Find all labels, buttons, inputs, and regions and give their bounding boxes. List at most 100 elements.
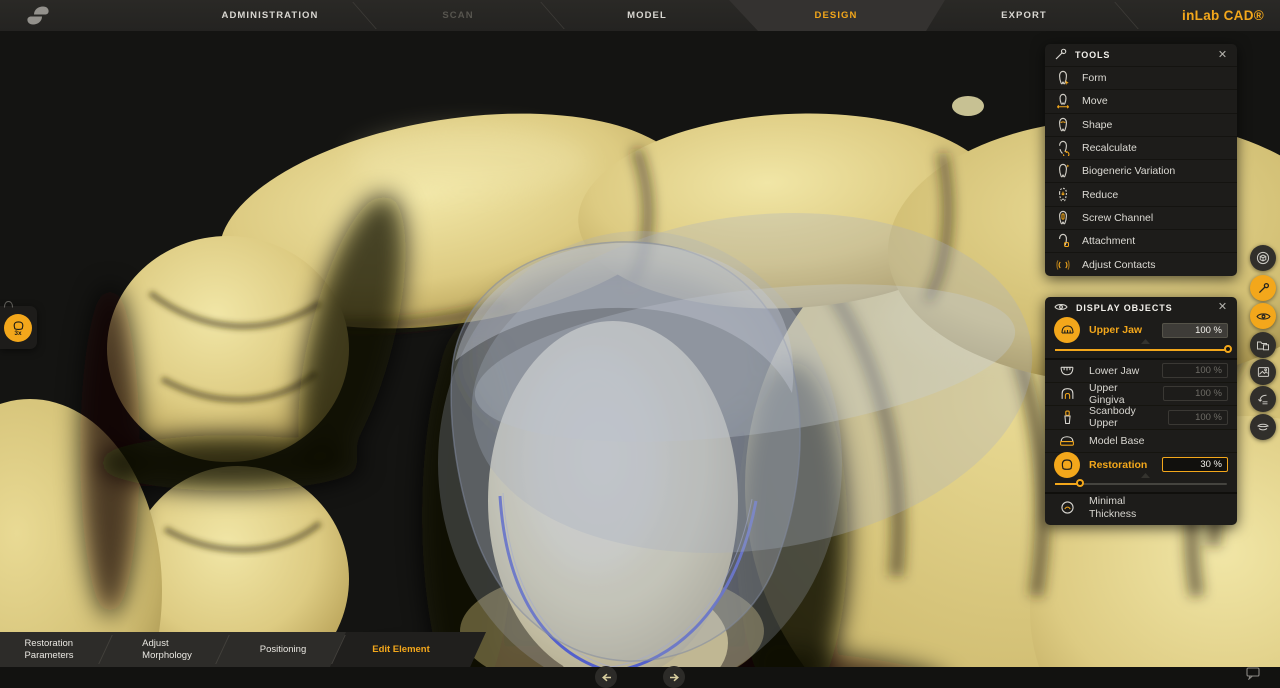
object-row-minimal-thickness[interactable]: Minimal Thickness <box>1045 492 1237 521</box>
close-icon[interactable]: ✕ <box>1218 302 1228 313</box>
restoration-opacity-slider[interactable] <box>1045 476 1237 492</box>
display-objects-panel: DISPLAY OBJECTS ✕ Upper Jaw 100 % <box>1045 297 1237 525</box>
tool-label: Move <box>1082 95 1108 107</box>
phase-separator <box>1114 2 1138 29</box>
snapshot-icon[interactable] <box>1250 359 1276 385</box>
step-positioning[interactable]: Positioning <box>260 632 306 667</box>
tool-label: Adjust Contacts <box>1082 259 1156 271</box>
object-row-upper-jaw[interactable]: Upper Jaw 100 % <box>1045 318 1237 342</box>
step-restoration-parameters[interactable]: Restoration Parameters <box>24 632 73 667</box>
share-icon[interactable] <box>1250 386 1276 412</box>
tool-item-adjust-contacts[interactable]: Adjust Contacts <box>1045 252 1237 275</box>
tool-item-screw-channel[interactable]: Screw Channel <box>1045 206 1237 229</box>
adjust-contacts-icon <box>1056 257 1071 273</box>
feedback-chat-icon[interactable] <box>1245 666 1261 685</box>
upper-gingiva-icon <box>1054 387 1080 400</box>
restoration-views-badge[interactable]: 3x <box>4 314 32 342</box>
object-row-upper-gingiva[interactable]: Upper Gingiva 100 % <box>1045 382 1237 406</box>
step-adjust-morphology[interactable]: Adjust Morphology <box>142 632 192 667</box>
move-tooth-icon <box>1056 93 1071 109</box>
object-row-restoration[interactable]: Restoration 30 % <box>1045 452 1237 476</box>
step-edit-element[interactable]: Edit Element <box>372 632 430 667</box>
tool-label: Attachment <box>1082 235 1135 247</box>
jaw-mini-icon <box>3 296 14 314</box>
phase-scan[interactable]: SCAN <box>442 0 473 31</box>
object-label: Scanbody Upper <box>1089 405 1159 429</box>
object-label: Model Base <box>1089 435 1144 447</box>
biogeneric-variation-icon <box>1056 163 1071 179</box>
tools-panel: TOOLS ✕ Form Move Shape Recalculate <box>1045 44 1237 276</box>
step-separator <box>215 635 230 664</box>
form-tooth-icon <box>1056 70 1071 86</box>
opacity-value: 100 % <box>1162 363 1228 378</box>
object-row-model-base[interactable]: Model Base <box>1045 429 1237 453</box>
restoration-icon <box>1054 452 1080 478</box>
jaw-smile-icon[interactable] <box>1250 414 1276 440</box>
opacity-value: 30 % <box>1162 457 1228 472</box>
slider-knob[interactable] <box>1076 479 1084 487</box>
tool-item-biogeneric-variation[interactable]: Biogeneric Variation <box>1045 159 1237 182</box>
object-label: Upper Jaw <box>1089 324 1142 336</box>
model-base-icon <box>1054 435 1080 447</box>
tool-label: Form <box>1082 72 1107 84</box>
sirona-logo <box>24 5 52 26</box>
phase-administration[interactable]: ADMINISTRATION <box>221 0 318 31</box>
opacity-value: 100 % <box>1162 323 1228 338</box>
display-objects-title: DISPLAY OBJECTS <box>1076 303 1173 313</box>
tool-item-recalculate[interactable]: Recalculate <box>1045 136 1237 159</box>
phase-model[interactable]: MODEL <box>627 0 667 31</box>
phase-separator <box>352 2 376 29</box>
object-label: Minimal Thickness <box>1089 495 1136 520</box>
tools-panel-title: TOOLS <box>1075 50 1110 60</box>
view-presets-flyout[interactable]: 3x <box>0 306 37 349</box>
slider-knob[interactable] <box>1224 345 1232 353</box>
tool-item-reduce[interactable]: Reduce <box>1045 182 1237 205</box>
phase-separator <box>540 2 564 29</box>
tools-icon[interactable] <box>1250 275 1276 301</box>
tool-label: Reduce <box>1082 189 1118 201</box>
tool-item-attachment[interactable]: Attachment <box>1045 229 1237 252</box>
display-objects-icon[interactable] <box>1250 303 1276 329</box>
top-phase-bar: ADMINISTRATION SCAN MODEL DESIGN EXPORT … <box>0 0 1280 31</box>
opacity-value: 100 % <box>1163 386 1228 401</box>
app-brand: inLab CAD® <box>1182 0 1264 31</box>
tool-item-shape[interactable]: Shape <box>1045 113 1237 136</box>
reduce-tooth-icon <box>1056 187 1071 203</box>
phase-design[interactable]: DESIGN <box>814 0 857 31</box>
object-label: Restoration <box>1089 459 1147 471</box>
upper-jaw-icon <box>1054 317 1080 343</box>
inlab-cad-app: ADMINISTRATION SCAN MODEL DESIGN EXPORT … <box>0 0 1280 688</box>
step-separator <box>98 635 113 664</box>
recalculate-tooth-icon <box>1056 140 1071 156</box>
object-label: Upper Gingiva <box>1089 382 1154 406</box>
object-row-scanbody-upper[interactable]: Scanbody Upper 100 % <box>1045 405 1237 429</box>
scanbody-upper-icon <box>1054 410 1080 425</box>
tool-label: Screw Channel <box>1082 212 1153 224</box>
tool-label: Recalculate <box>1082 142 1137 154</box>
previous-step-button[interactable] <box>595 666 617 688</box>
badge-count: 3x <box>14 330 21 337</box>
lower-jaw-icon <box>1054 364 1080 377</box>
bottom-strip <box>0 667 1280 688</box>
tool-item-form[interactable]: Form <box>1045 66 1237 89</box>
tools-wrench-icon <box>1054 48 1067 63</box>
tool-item-move[interactable]: Move <box>1045 89 1237 112</box>
view-cube-icon[interactable] <box>1250 245 1276 271</box>
case-folder-icon[interactable] <box>1250 332 1276 358</box>
tool-label: Shape <box>1082 119 1112 131</box>
minimal-thickness-icon <box>1054 500 1080 515</box>
close-icon[interactable]: ✕ <box>1218 50 1228 61</box>
tool-label: Biogeneric Variation <box>1082 165 1175 177</box>
arrow-right-icon <box>669 673 680 682</box>
attachment-icon <box>1056 233 1071 249</box>
arrow-left-icon <box>601 673 612 682</box>
display-objects-eye-icon <box>1054 302 1068 314</box>
phase-export[interactable]: EXPORT <box>1001 0 1047 31</box>
object-label: Lower Jaw <box>1089 365 1139 377</box>
object-row-lower-jaw[interactable]: Lower Jaw 100 % <box>1045 358 1237 382</box>
opacity-value: 100 % <box>1168 410 1228 425</box>
upper-jaw-opacity-slider[interactable] <box>1045 342 1237 358</box>
screw-channel-icon <box>1056 210 1071 226</box>
shape-tooth-icon <box>1056 117 1071 133</box>
next-step-button[interactable] <box>663 666 685 688</box>
